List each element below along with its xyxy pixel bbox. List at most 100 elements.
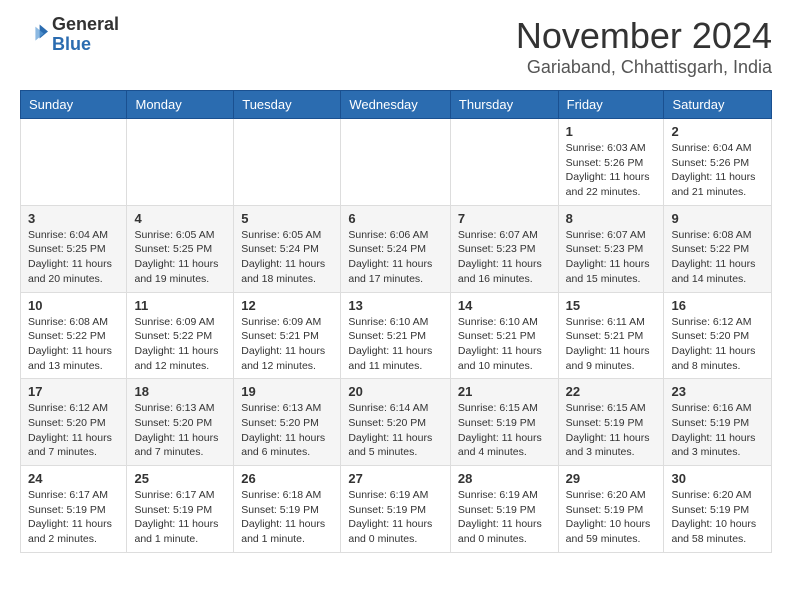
day-info: Sunrise: 6:07 AM Sunset: 5:23 PM Dayligh… bbox=[458, 228, 551, 287]
calendar-cell: 12Sunrise: 6:09 AM Sunset: 5:21 PM Dayli… bbox=[234, 292, 341, 379]
calendar-cell bbox=[234, 119, 341, 206]
weekday-header-cell: Friday bbox=[558, 91, 664, 119]
calendar-cell: 29Sunrise: 6:20 AM Sunset: 5:19 PM Dayli… bbox=[558, 466, 664, 553]
day-number: 11 bbox=[134, 298, 226, 313]
logo-text: General Blue bbox=[52, 15, 119, 55]
day-number: 19 bbox=[241, 384, 333, 399]
calendar-cell bbox=[127, 119, 234, 206]
calendar-cell: 2Sunrise: 6:04 AM Sunset: 5:26 PM Daylig… bbox=[664, 119, 772, 206]
weekday-header: SundayMondayTuesdayWednesdayThursdayFrid… bbox=[21, 91, 772, 119]
page: General Blue November 2024 Gariaband, Ch… bbox=[0, 0, 792, 568]
day-number: 28 bbox=[458, 471, 551, 486]
day-number: 21 bbox=[458, 384, 551, 399]
day-number: 17 bbox=[28, 384, 119, 399]
day-number: 7 bbox=[458, 211, 551, 226]
calendar-week-row: 1 Sunrise: 6:03 AM Sunset: 5:26 PM Daylig… bbox=[21, 119, 772, 206]
calendar-cell: 5Sunrise: 6:05 AM Sunset: 5:24 PM Daylig… bbox=[234, 205, 341, 292]
calendar-table: SundayMondayTuesdayWednesdayThursdayFrid… bbox=[20, 90, 772, 553]
day-info: Sunrise: 6:05 AM Sunset: 5:25 PM Dayligh… bbox=[134, 228, 226, 287]
calendar-cell: 25Sunrise: 6:17 AM Sunset: 5:19 PM Dayli… bbox=[127, 466, 234, 553]
day-number: 29 bbox=[566, 471, 657, 486]
calendar-cell: 13 Sunrise: 6:10 AM Sunset: 5:21 PM Dayli… bbox=[341, 292, 451, 379]
calendar-cell: 19 Sunrise: 6:13 AM Sunset: 5:20 PM Dayli… bbox=[234, 379, 341, 466]
header: General Blue November 2024 Gariaband, Ch… bbox=[20, 15, 772, 78]
calendar-cell: 26Sunrise: 6:18 AM Sunset: 5:19 PM Dayli… bbox=[234, 466, 341, 553]
logo: General Blue bbox=[20, 15, 119, 55]
calendar-cell: 30 Sunrise: 6:20 AM Sunset: 5:19 PM Dayli… bbox=[664, 466, 772, 553]
day-info: Sunrise: 6:08 AM Sunset: 5:22 PM Dayligh… bbox=[28, 315, 119, 374]
day-info: Sunrise: 6:09 AM Sunset: 5:22 PM Dayligh… bbox=[134, 315, 226, 374]
day-number: 26 bbox=[241, 471, 333, 486]
day-info: Sunrise: 6:15 AM Sunset: 5:19 PM Dayligh… bbox=[566, 401, 657, 460]
day-info: Sunrise: 6:06 AM Sunset: 5:24 PM Dayligh… bbox=[348, 228, 443, 287]
calendar-cell: 18 Sunrise: 6:13 AM Sunset: 5:20 PM Dayli… bbox=[127, 379, 234, 466]
day-info: Sunrise: 6:07 AM Sunset: 5:23 PM Dayligh… bbox=[566, 228, 657, 287]
weekday-header-cell: Wednesday bbox=[341, 91, 451, 119]
calendar-cell: 9Sunrise: 6:08 AM Sunset: 5:22 PM Daylig… bbox=[664, 205, 772, 292]
calendar-cell bbox=[21, 119, 127, 206]
day-info: Sunrise: 6:05 AM Sunset: 5:24 PM Dayligh… bbox=[241, 228, 333, 287]
weekday-header-cell: Tuesday bbox=[234, 91, 341, 119]
day-info: Sunrise: 6:10 AM Sunset: 5:21 PM Dayligh… bbox=[458, 315, 551, 374]
calendar-cell: 4 Sunrise: 6:05 AM Sunset: 5:25 PM Daylig… bbox=[127, 205, 234, 292]
calendar-cell: 20 Sunrise: 6:14 AM Sunset: 5:20 PM Dayli… bbox=[341, 379, 451, 466]
day-info: Sunrise: 6:10 AM Sunset: 5:21 PM Dayligh… bbox=[348, 315, 443, 374]
day-number: 12 bbox=[241, 298, 333, 313]
calendar-cell: 22 Sunrise: 6:15 AM Sunset: 5:19 PM Dayli… bbox=[558, 379, 664, 466]
weekday-header-cell: Thursday bbox=[450, 91, 558, 119]
day-number: 22 bbox=[566, 384, 657, 399]
weekday-header-cell: Saturday bbox=[664, 91, 772, 119]
day-number: 10 bbox=[28, 298, 119, 313]
calendar-cell: 21 Sunrise: 6:15 AM Sunset: 5:19 PM Dayli… bbox=[450, 379, 558, 466]
day-number: 23 bbox=[671, 384, 764, 399]
day-number: 1 bbox=[566, 124, 657, 139]
day-info: Sunrise: 6:20 AM Sunset: 5:19 PM Dayligh… bbox=[671, 488, 764, 547]
day-info: Sunrise: 6:04 AM Sunset: 5:26 PM Dayligh… bbox=[671, 141, 764, 200]
calendar-cell: 16Sunrise: 6:12 AM Sunset: 5:20 PM Dayli… bbox=[664, 292, 772, 379]
day-info: Sunrise: 6:19 AM Sunset: 5:19 PM Dayligh… bbox=[458, 488, 551, 547]
day-info: Sunrise: 6:13 AM Sunset: 5:20 PM Dayligh… bbox=[241, 401, 333, 460]
day-info: Sunrise: 6:16 AM Sunset: 5:19 PM Dayligh… bbox=[671, 401, 764, 460]
day-info: Sunrise: 6:17 AM Sunset: 5:19 PM Dayligh… bbox=[28, 488, 119, 547]
day-info: Sunrise: 6:14 AM Sunset: 5:20 PM Dayligh… bbox=[348, 401, 443, 460]
calendar-cell: 10 Sunrise: 6:08 AM Sunset: 5:22 PM Dayli… bbox=[21, 292, 127, 379]
calendar-body: 1 Sunrise: 6:03 AM Sunset: 5:26 PM Daylig… bbox=[21, 119, 772, 553]
day-info: Sunrise: 6:15 AM Sunset: 5:19 PM Dayligh… bbox=[458, 401, 551, 460]
day-number: 4 bbox=[134, 211, 226, 226]
day-number: 15 bbox=[566, 298, 657, 313]
logo-blue: Blue bbox=[52, 35, 119, 55]
day-number: 27 bbox=[348, 471, 443, 486]
calendar-cell: 27Sunrise: 6:19 AM Sunset: 5:19 PM Dayli… bbox=[341, 466, 451, 553]
calendar-cell bbox=[341, 119, 451, 206]
day-info: Sunrise: 6:03 AM Sunset: 5:26 PM Dayligh… bbox=[566, 141, 657, 200]
title-section: November 2024 Gariaband, Chhattisgarh, I… bbox=[516, 15, 772, 78]
calendar-week-row: 3Sunrise: 6:04 AM Sunset: 5:25 PM Daylig… bbox=[21, 205, 772, 292]
day-number: 30 bbox=[671, 471, 764, 486]
day-number: 6 bbox=[348, 211, 443, 226]
calendar-week-row: 10 Sunrise: 6:08 AM Sunset: 5:22 PM Dayli… bbox=[21, 292, 772, 379]
day-info: Sunrise: 6:12 AM Sunset: 5:20 PM Dayligh… bbox=[28, 401, 119, 460]
weekday-header-cell: Monday bbox=[127, 91, 234, 119]
month-title: November 2024 bbox=[516, 15, 772, 57]
calendar-week-row: 24Sunrise: 6:17 AM Sunset: 5:19 PM Dayli… bbox=[21, 466, 772, 553]
day-info: Sunrise: 6:13 AM Sunset: 5:20 PM Dayligh… bbox=[134, 401, 226, 460]
calendar-cell: 6 Sunrise: 6:06 AM Sunset: 5:24 PM Daylig… bbox=[341, 205, 451, 292]
weekday-header-cell: Sunday bbox=[21, 91, 127, 119]
location-title: Gariaband, Chhattisgarh, India bbox=[516, 57, 772, 78]
day-number: 13 bbox=[348, 298, 443, 313]
day-number: 8 bbox=[566, 211, 657, 226]
logo-icon bbox=[20, 21, 48, 49]
calendar-cell: 8 Sunrise: 6:07 AM Sunset: 5:23 PM Daylig… bbox=[558, 205, 664, 292]
calendar-cell: 23 Sunrise: 6:16 AM Sunset: 5:19 PM Dayli… bbox=[664, 379, 772, 466]
day-number: 14 bbox=[458, 298, 551, 313]
day-number: 20 bbox=[348, 384, 443, 399]
calendar-cell bbox=[450, 119, 558, 206]
calendar-cell: 11 Sunrise: 6:09 AM Sunset: 5:22 PM Dayli… bbox=[127, 292, 234, 379]
calendar-cell: 17 Sunrise: 6:12 AM Sunset: 5:20 PM Dayli… bbox=[21, 379, 127, 466]
day-number: 18 bbox=[134, 384, 226, 399]
day-number: 16 bbox=[671, 298, 764, 313]
calendar-cell: 14 Sunrise: 6:10 AM Sunset: 5:21 PM Dayli… bbox=[450, 292, 558, 379]
calendar-week-row: 17 Sunrise: 6:12 AM Sunset: 5:20 PM Dayli… bbox=[21, 379, 772, 466]
day-info: Sunrise: 6:11 AM Sunset: 5:21 PM Dayligh… bbox=[566, 315, 657, 374]
day-number: 3 bbox=[28, 211, 119, 226]
